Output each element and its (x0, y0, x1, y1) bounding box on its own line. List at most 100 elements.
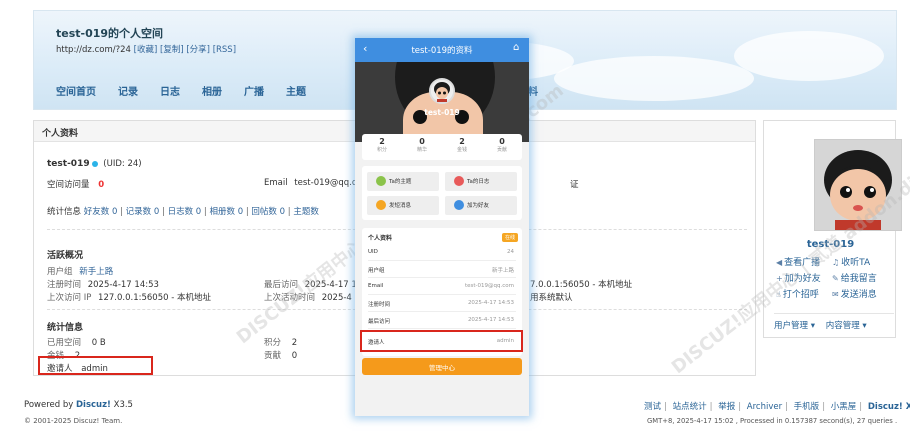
mobile-username: test-019 (424, 108, 460, 117)
reg-value: 2025-4-17 14:53 (87, 280, 159, 290)
pm-icon (376, 200, 386, 210)
footer-link-test[interactable]: 测试 (644, 402, 661, 412)
home-icon[interactable]: ⌂ (513, 42, 519, 53)
nav-profile-partial[interactable]: 料 (528, 83, 538, 98)
mail-icon: ✉ (832, 290, 839, 299)
mobile-info-title: 个人资料 (368, 235, 393, 242)
space-url[interactable]: http://dz.com/?24 (56, 45, 131, 55)
manage-center-button[interactable]: 管理中心 (362, 358, 522, 375)
reg-ip-partial: 7.0.0.1:56050 - 本机地址 (530, 280, 633, 290)
footer-link-mobile[interactable]: 手机版 (794, 402, 820, 412)
blog-icon (454, 176, 464, 186)
mobile-inviter-highlight-box (360, 330, 523, 352)
leave-message-link[interactable]: ✎ 给我留言 (832, 271, 877, 284)
mobile-row-uid: UID 24 (368, 244, 516, 261)
stats-line: 统计信息 好友数 0 | 记录数 0 | 日志数 0 | 相册数 0 | 回帖数… (47, 207, 319, 217)
footer-link-archiver[interactable]: Archiver (747, 402, 782, 412)
footer-link-discuz[interactable]: Discuz! X (868, 402, 910, 412)
points-label: 积分 (264, 338, 282, 348)
mobile-topbar: ‹ test-019的资料 ⌂ (355, 38, 529, 62)
last-ip-label: 上次访问 IP (47, 293, 92, 303)
nav-blog[interactable]: 日志 (160, 83, 180, 98)
mobile-actions: Ta的主题 Ta的日志 发短消息 加为好友 (362, 166, 522, 220)
discuz-link[interactable]: Discuz! (76, 400, 111, 410)
stat-records[interactable]: 记录数 0 (126, 207, 160, 217)
mobile-row-email: Email test-019@qq.com (368, 278, 516, 295)
nav-home[interactable]: 空间首页 (56, 83, 96, 98)
last-active-label: 上次活动时间 (264, 293, 316, 303)
nav-threads[interactable]: 主题 (286, 83, 306, 98)
profile-uid: (UID: 24) (103, 159, 142, 169)
profile-username: test-019 (47, 159, 90, 169)
username-line: test-019 (UID: 24) (47, 159, 142, 169)
view-broadcast-link[interactable]: ◀ 查看广播 (776, 255, 820, 268)
threads-icon (376, 176, 386, 186)
space-title: test-019的个人空间 (56, 27, 164, 40)
send-message-link[interactable]: ✉ 发送消息 (832, 287, 877, 300)
mobile-stat-contrib: 0 贡献 (496, 137, 507, 153)
mobile-avatar[interactable] (429, 78, 455, 104)
add-friend-icon (454, 200, 464, 210)
profile-sidebar: test-019 ◀ 查看广播 ♫ 收听TA + 加为好友 ✎ 给我留言 ☝ 打个招呼 ✉… (763, 120, 902, 338)
powered-by: Powered by Discuz! X3.5 (24, 400, 133, 410)
mobile-add-friend-button[interactable]: 加为好友 (445, 196, 517, 215)
copyright: © 2001-2025 Discuz! Team. (24, 417, 123, 425)
stat-friends[interactable]: 好友数 0 (84, 207, 118, 217)
greet-link[interactable]: ☝ 打个招呼 (776, 287, 819, 300)
content-manage-menu[interactable]: 内容管理 ▾ (826, 321, 867, 331)
mobile-pm-button[interactable]: 发短消息 (367, 196, 439, 215)
share-link[interactable]: [分享] (186, 45, 210, 55)
user-manage-menu[interactable]: 用户管理 ▾ (774, 321, 815, 331)
last-visit-label: 最后访问 (264, 280, 299, 290)
mobile-stats: 2 积分 0 精华 2 金钱 0 贡献 (362, 134, 522, 160)
footer-link-stats[interactable]: 站点统计 (673, 402, 707, 412)
reg-label: 注册时间 (47, 280, 82, 290)
sidebar-username[interactable]: test-019 (764, 239, 897, 250)
last-visit-line: 最后访问 2025-4-17 1 (264, 278, 357, 290)
mobile-blog-button[interactable]: Ta的日志 (445, 172, 517, 191)
stat-albums[interactable]: 相册数 0 (209, 207, 243, 217)
contrib-line: 贡献 0 (264, 349, 297, 361)
visits-label: 空间访问量 (47, 180, 90, 190)
mobile-row-reg: 注册时间 2025-4-17 14:53 (368, 295, 516, 312)
mobile-row-last-visit: 最后访问 2025-4-17 14:53 (368, 312, 516, 329)
footer-link-report[interactable]: 举报 (718, 402, 735, 412)
nav-album[interactable]: 相册 (202, 83, 222, 98)
timezone-partial: 用系统默认 (530, 293, 573, 303)
used-space-line: 已用空间 0 B (47, 336, 106, 348)
stat-blogs[interactable]: 日志数 0 (168, 207, 202, 217)
broadcast-icon: ◀ (776, 258, 783, 267)
favorite-link[interactable]: [收藏] (134, 45, 158, 55)
caret-down-icon: ▾ (810, 321, 815, 331)
footer-info: GMT+8, 2025-4-17 15:02 , Processed in 0.… (647, 417, 898, 425)
stat-replies[interactable]: 回帖数 0 (251, 207, 285, 217)
last-ip-value: 127.0.0.1:56050 - 本机地址 (98, 293, 211, 303)
footer-link-blackroom[interactable]: 小黑屋 (831, 402, 857, 412)
used-space-value: 0 B (91, 338, 106, 348)
nav-broadcast[interactable]: 广播 (244, 83, 264, 98)
stat-threads[interactable]: 主题数 (293, 207, 319, 217)
mobile-row-group: 用户组 新手上路 (368, 261, 516, 278)
stats-label: 统计信息 (47, 207, 82, 217)
add-friend-link[interactable]: + 加为好友 (776, 271, 821, 284)
space-nav: 空间首页 记录 日志 相册 广播 主题 (56, 83, 328, 98)
listen-icon: ♫ (832, 258, 840, 267)
mobile-stat-digest: 0 精华 (416, 137, 427, 153)
last-ip-line: 上次访问 IP 127.0.0.1:56050 - 本机地址 (47, 291, 211, 303)
rss-link[interactable]: [RSS] (213, 45, 236, 55)
online-dot-icon (91, 160, 98, 167)
avatar[interactable] (814, 139, 902, 231)
listen-link[interactable]: ♫ 收听TA (832, 255, 870, 268)
copy-link[interactable]: [复制] (160, 45, 184, 55)
group-value[interactable]: 新手上路 (79, 267, 113, 277)
points-value: 2 (291, 338, 298, 348)
email-label: Email (264, 178, 288, 188)
mobile-stat-coins: 2 金钱 (456, 137, 467, 153)
avatar-cartoon-icon (815, 140, 901, 230)
add-friend-icon: + (776, 274, 783, 283)
group-line: 用户组 新手上路 (47, 265, 113, 277)
nav-records[interactable]: 记录 (118, 83, 138, 98)
mobile-threads-button[interactable]: Ta的主题 (367, 172, 439, 191)
greet-icon: ☝ (776, 290, 781, 299)
last-active-line: 上次活动时间 2025-4 (264, 291, 352, 303)
